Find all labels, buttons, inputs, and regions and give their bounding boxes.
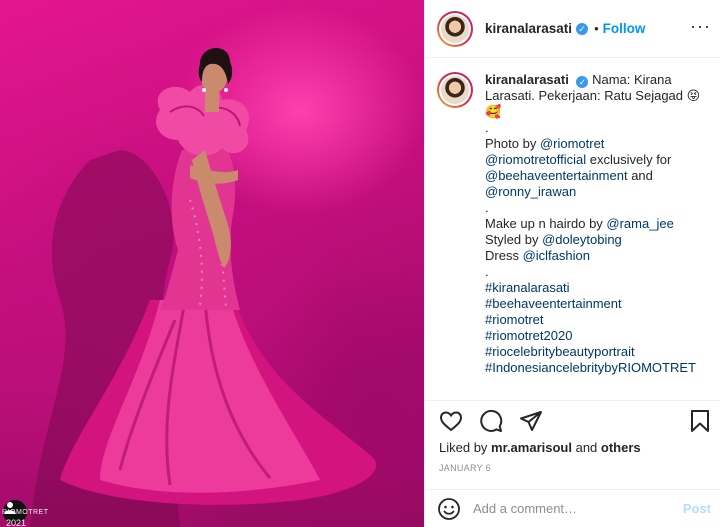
hashtag-link[interactable]: #riocelebritybeautyportrait: [485, 344, 713, 360]
mention-riomotretofficial[interactable]: @riomotretofficial: [485, 152, 586, 167]
more-options-icon[interactable]: ···: [690, 17, 711, 35]
post-photo[interactable]: RIOMOTRET 2021: [0, 0, 424, 527]
caption-author-avatar[interactable]: [437, 72, 473, 108]
mention-doleytobing[interactable]: @doleytobing: [542, 232, 622, 247]
caption-and: and: [627, 168, 653, 183]
likes-others-link[interactable]: others: [601, 440, 641, 455]
caption-dot-1: .: [485, 120, 489, 135]
hashtag-link[interactable]: #riomotret2020: [485, 328, 713, 344]
verified-badge-icon: ✓: [576, 22, 589, 35]
comment-icon[interactable]: [479, 409, 503, 433]
caption-makeup: Make up n hairdo by: [485, 216, 607, 231]
likes-prefix: Liked by: [439, 440, 492, 455]
mention-rama-jee[interactable]: @rama_jee: [606, 216, 673, 231]
mention-ronny-irawan[interactable]: @ronny_irawan: [485, 184, 576, 199]
caption-intro: Nama: Kirana: [592, 72, 672, 87]
hashtag-link[interactable]: #beehaveentertainment: [485, 296, 713, 312]
watermark-year: 2021: [6, 518, 27, 527]
caption-photo-by: Photo by: [485, 136, 540, 151]
author-avatar[interactable]: [437, 10, 473, 47]
post-date[interactable]: JANUARY 6: [439, 463, 491, 473]
caption-dot-3: .: [485, 264, 489, 279]
comment-bar: Post: [425, 489, 720, 527]
heart-icon[interactable]: [439, 409, 463, 433]
mention-iclfashion[interactable]: @iclfashion: [523, 248, 590, 263]
hashtag-link[interactable]: #riomotret: [485, 312, 713, 328]
caption-verified-badge-icon: ✓: [576, 76, 589, 88]
woman-in-pink-gown-image: [30, 47, 377, 527]
author-username[interactable]: kiranalarasati: [485, 21, 572, 36]
likes-middle: and: [571, 440, 601, 455]
caption-emoji-line: 🥰: [485, 104, 502, 119]
likes-summary: Liked by mr.amarisoul and others: [439, 440, 641, 455]
mention-beehaveentertainment[interactable]: @beehaveentertainment: [485, 168, 628, 183]
mention-riomotret[interactable]: @riomotret: [540, 136, 605, 151]
caption-exclusively: exclusively for: [586, 152, 672, 167]
caption-dress: Dress: [485, 248, 523, 263]
caption-dot-2: .: [485, 200, 489, 215]
post-header: kiranalarasati ✓ • Follow ···: [425, 0, 720, 58]
caption-styled: Styled by: [485, 232, 543, 247]
watermark-text: RIOMOTRET: [2, 509, 49, 516]
caption-line-1: Larasati. Pekerjaan: Ratu Sejagad 😝: [485, 88, 701, 103]
post-actions: [439, 409, 543, 433]
bookmark-icon[interactable]: [688, 409, 712, 433]
hashtag-link[interactable]: #IndonesiancelebritybyRIOMOTRET: [485, 360, 713, 376]
hashtag-link[interactable]: #kiranalarasati: [485, 280, 713, 296]
caption-author-username[interactable]: kiranalarasati: [485, 72, 569, 87]
likes-user-link[interactable]: mr.amarisoul: [491, 440, 572, 455]
post-comment-button[interactable]: Post: [683, 501, 711, 516]
smiley-icon[interactable]: [437, 497, 461, 521]
actions-divider: [425, 400, 720, 401]
post-caption: kiranalarasati ✓ Nama: Kirana Larasati. …: [437, 72, 717, 400]
comment-input[interactable]: [473, 501, 673, 516]
paper-plane-icon[interactable]: [519, 409, 543, 433]
caption-text: kiranalarasati ✓ Nama: Kirana Larasati. …: [485, 72, 713, 400]
separator-dot: •: [594, 21, 599, 36]
post-side-panel: kiranalarasati ✓ • Follow ··· kiranalara…: [424, 0, 720, 527]
follow-button[interactable]: Follow: [603, 21, 646, 36]
